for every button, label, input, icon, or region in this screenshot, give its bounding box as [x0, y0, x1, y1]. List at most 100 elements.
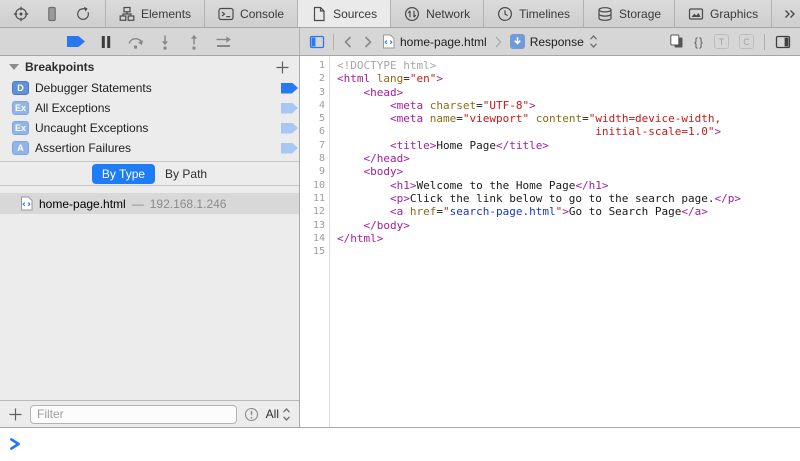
breakpoint-badge-icon: Ex — [12, 121, 29, 135]
code-line[interactable]: </html> — [337, 232, 800, 245]
breakpoint-label: Debugger Statements — [35, 81, 152, 95]
breadcrumb[interactable]: home-page.html — [382, 34, 487, 49]
reload-button[interactable] — [75, 6, 91, 22]
filter-input[interactable] — [30, 405, 237, 424]
debugger-sidebar: Breakpoints DDebugger Statements Ex All Ex… — [0, 56, 300, 427]
chevron-left-icon — [342, 35, 354, 49]
stepper-updown-icon — [589, 35, 598, 48]
breakpoint-label: Uncaught Exceptions — [35, 121, 148, 135]
scope-by-path-button[interactable]: By Path — [165, 167, 207, 181]
tab-elements[interactable]: Elements — [105, 0, 204, 27]
panel-left-icon — [309, 34, 325, 50]
breakpoint-item-assertion-failures[interactable]: AAssertion Failures — [0, 138, 299, 158]
line-number[interactable]: 9 — [300, 165, 325, 178]
step-into-button[interactable] — [157, 34, 173, 50]
content-view-picker[interactable]: Response — [510, 34, 598, 49]
scope-by-type-button[interactable]: By Type — [92, 164, 155, 184]
add-breakpoint-button[interactable] — [275, 60, 290, 75]
code-line[interactable]: <html lang="en"> — [337, 72, 800, 85]
breakpoint-item-debugger-statements[interactable]: DDebugger Statements — [0, 78, 299, 98]
line-number[interactable]: 7 — [300, 139, 325, 152]
plus-icon — [275, 60, 290, 75]
code-line[interactable]: <p>Click the link below to go to the sea… — [337, 192, 800, 205]
line-number[interactable]: 2 — [300, 72, 325, 85]
breakpoint-item-all-exceptions[interactable]: Ex All Exceptions — [0, 98, 299, 118]
breakpoint-flag-icon[interactable] — [281, 103, 298, 114]
code-line[interactable]: </body> — [337, 219, 800, 232]
breakpoint-item-uncaught-exceptions[interactable]: Ex Uncaught Exceptions — [0, 118, 299, 138]
source-code[interactable]: <!DOCTYPE html><html lang="en"> <head> <… — [330, 56, 800, 427]
code-line[interactable]: <a href="search-page.html">Go to Search … — [337, 205, 800, 218]
tab-network[interactable]: Network — [390, 0, 483, 27]
tab-label: Sources — [333, 7, 377, 21]
code-line[interactable]: <meta name="viewport" content="width=dev… — [337, 112, 800, 125]
code-line[interactable]: </head> — [337, 152, 800, 165]
tab-label: Elements — [141, 7, 191, 21]
code-line[interactable]: <h1>Welcome to the Home Page</h1> — [337, 179, 800, 192]
breakpoint-flag-icon[interactable] — [281, 83, 298, 94]
code-line[interactable]: initial-scale=1.0"> — [337, 125, 800, 138]
breakpoint-badge-icon: Ex — [12, 101, 29, 115]
line-number[interactable]: 3 — [300, 86, 325, 99]
console-prompt-bar[interactable] — [0, 427, 800, 460]
line-number[interactable]: 5 — [300, 112, 325, 125]
sources-icon — [311, 6, 327, 22]
copy-icon — [669, 34, 684, 49]
device-icon — [44, 6, 60, 22]
line-number[interactable]: 13 — [300, 219, 325, 232]
line-number-gutter[interactable]: 123456789101112131415 — [300, 56, 330, 427]
filter-add-button[interactable] — [8, 407, 23, 422]
device-button[interactable] — [44, 6, 60, 22]
resource-file-name: home-page.html — [39, 197, 126, 211]
tab-storage[interactable]: Storage — [583, 0, 674, 27]
tab-console[interactable]: Console — [204, 0, 297, 27]
tab-graphics[interactable]: Graphics — [674, 0, 771, 27]
code-line[interactable]: <head> — [337, 86, 800, 99]
code-coverage-button[interactable]: C — [739, 34, 754, 49]
pretty-print-button[interactable]: {} — [694, 35, 704, 49]
history-forward-button[interactable] — [362, 35, 374, 49]
code-line[interactable]: <title>Home Page</title> — [337, 139, 800, 152]
line-number[interactable]: 14 — [300, 232, 325, 245]
tab-timelines[interactable]: Timelines — [483, 0, 583, 27]
step-next-button[interactable] — [215, 34, 232, 49]
line-number[interactable]: 4 — [300, 99, 325, 112]
code-line[interactable]: <body> — [337, 165, 800, 178]
filter-scope-picker[interactable]: All — [266, 407, 291, 421]
overflow-tabs-button[interactable] — [771, 0, 800, 27]
inspect-crosshair-button[interactable] — [13, 6, 29, 22]
breakpoints-toggle-button[interactable] — [67, 36, 85, 47]
storage-icon — [597, 6, 613, 22]
code-line[interactable] — [337, 245, 800, 258]
line-number[interactable]: 12 — [300, 205, 325, 218]
divider — [764, 34, 765, 50]
source-editor: 123456789101112131415 <!DOCTYPE html><ht… — [300, 56, 800, 427]
step-over-button[interactable] — [127, 34, 144, 49]
code-line[interactable]: <!DOCTYPE html> — [337, 59, 800, 72]
breakpoint-flag-icon[interactable] — [281, 143, 298, 154]
step-out-button[interactable] — [186, 34, 202, 50]
code-line[interactable]: <meta charset="UTF-8"> — [337, 99, 800, 112]
resource-origin: 192.168.1.246 — [150, 197, 227, 211]
line-number[interactable]: 15 — [300, 245, 325, 258]
breakpoints-section-title: Breakpoints — [25, 60, 94, 74]
inspector-tabs: Elements Console Sources NetworkTimelinesSt… — [105, 0, 771, 27]
pause-button[interactable] — [98, 35, 114, 49]
tab-sources[interactable]: Sources — [297, 0, 390, 27]
filter-issues-button[interactable] — [244, 407, 259, 422]
breakpoint-label: All Exceptions — [35, 101, 110, 115]
line-number[interactable]: 10 — [300, 179, 325, 192]
line-number[interactable]: 1 — [300, 59, 325, 72]
resource-item-home-page[interactable]: home-page.html — 192.168.1.246 — [0, 193, 299, 214]
pause-icon — [98, 35, 114, 49]
toggle-right-sidebar-button[interactable] — [775, 34, 791, 50]
history-back-button[interactable] — [342, 35, 354, 49]
toggle-left-sidebar-button[interactable] — [309, 34, 325, 50]
show-types-button[interactable]: T — [714, 34, 729, 49]
line-number[interactable]: 11 — [300, 192, 325, 205]
copy-button[interactable] — [669, 34, 684, 49]
line-number[interactable]: 8 — [300, 152, 325, 165]
breakpoint-flag-icon[interactable] — [281, 123, 298, 134]
breakpoints-section-header[interactable]: Breakpoints — [0, 56, 299, 78]
line-number[interactable]: 6 — [300, 125, 325, 138]
